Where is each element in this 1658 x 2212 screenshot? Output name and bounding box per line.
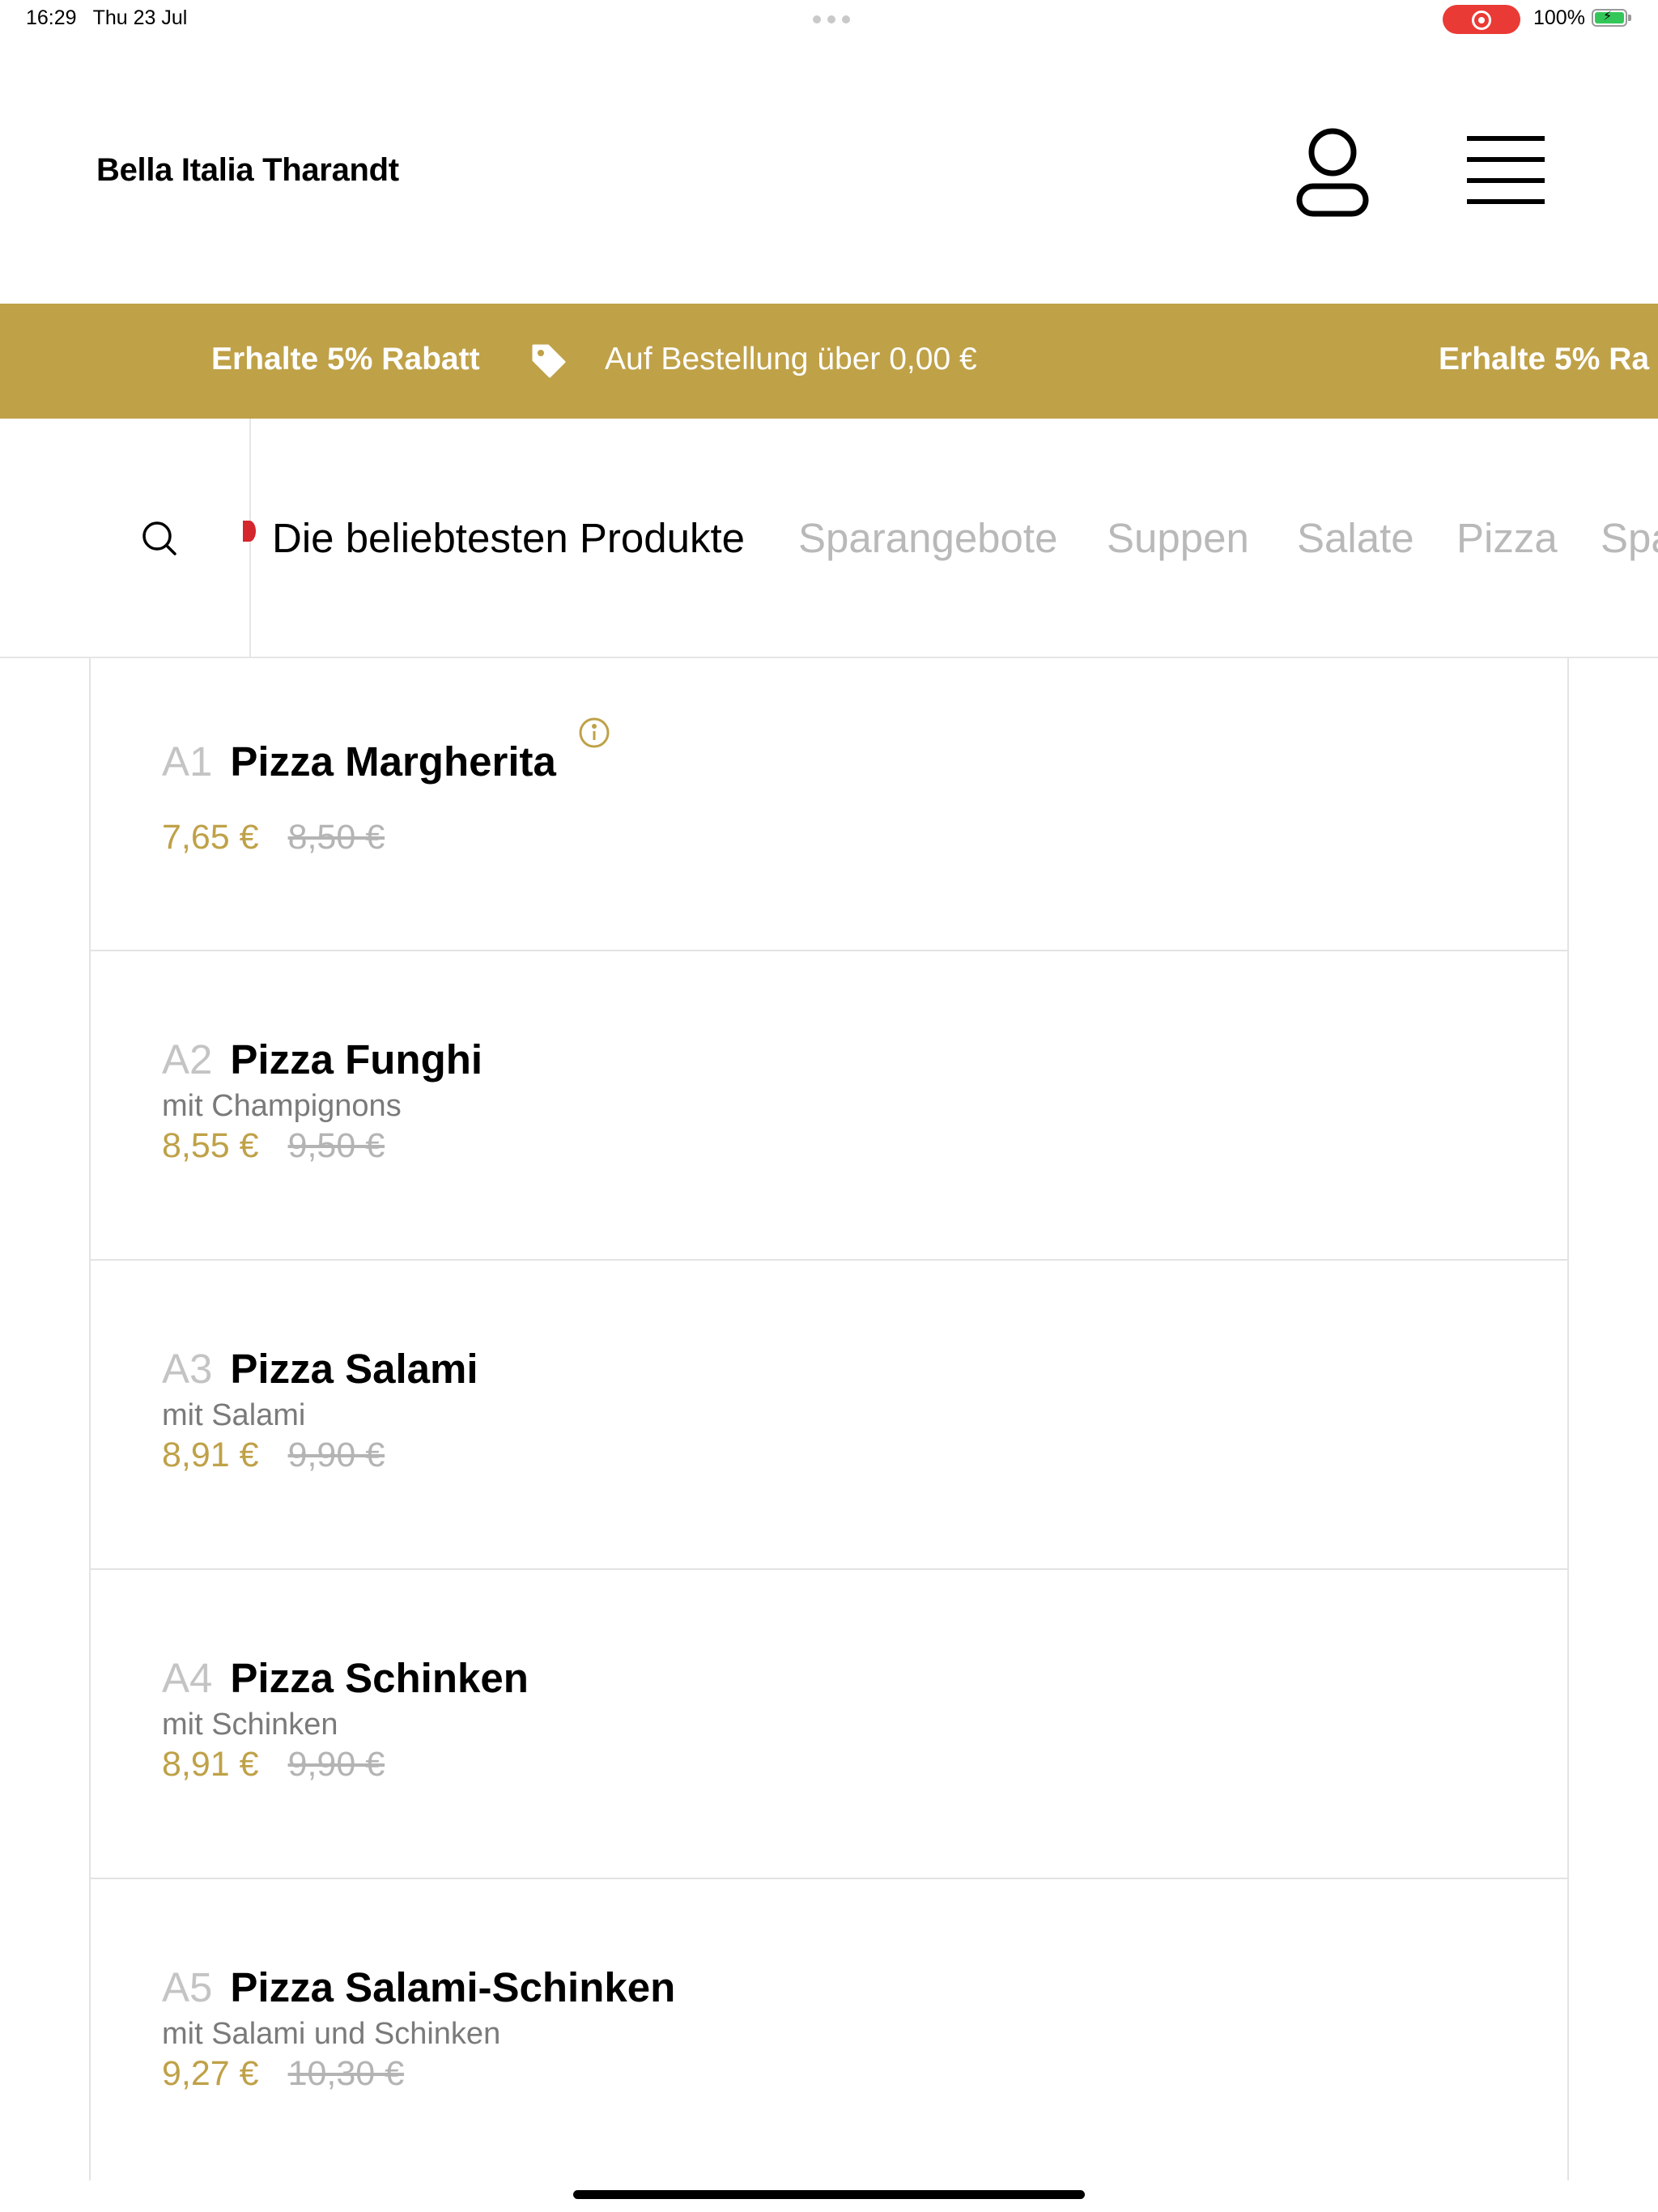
product-prices: 8,91 € 9,90 € xyxy=(162,1745,385,1784)
product-old-price: 9,90 € xyxy=(287,1745,385,1784)
product-price: 9,27 € xyxy=(162,2054,259,2093)
product-title-row: A1 Pizza Margherita xyxy=(162,738,556,785)
product-price: 8,55 € xyxy=(162,1126,259,1165)
battery-percent: 100% xyxy=(1533,6,1585,29)
product-prices: 8,91 € 9,90 € xyxy=(162,1436,385,1475)
category-tab-salads[interactable]: Salate xyxy=(1297,514,1414,562)
product-item[interactable]: A1 Pizza Margherita 7,65 € 8,50 € xyxy=(91,658,1567,951)
product-price: 7,65 € xyxy=(162,818,259,857)
status-time-date: 16:29 Thu 23 Jul xyxy=(26,6,187,30)
discount-headline-repeat: Erhalte 5% Ra xyxy=(1439,342,1650,376)
search-button[interactable] xyxy=(0,419,251,657)
product-old-price: 10,30 € xyxy=(287,2054,405,2093)
product-price: 8,91 € xyxy=(162,1436,259,1474)
discount-headline: Erhalte 5% Rabatt xyxy=(211,342,480,376)
product-old-price: 9,90 € xyxy=(287,1436,385,1474)
home-indicator[interactable] xyxy=(573,2190,1085,2199)
active-category-marker xyxy=(243,521,256,542)
category-tab-deals[interactable]: Sparangebote xyxy=(798,514,1057,562)
discount-condition: Auf Bestellung über 0,00 € xyxy=(605,342,977,376)
status-bar: 16:29 Thu 23 Jul 100% ⚡ xyxy=(0,0,1658,39)
category-tab-pizza[interactable]: Pizza xyxy=(1456,514,1558,562)
search-icon xyxy=(142,521,176,555)
product-code: A1 xyxy=(162,738,213,785)
product-title-row: A4 Pizza Schinken xyxy=(162,1654,529,1702)
info-icon[interactable] xyxy=(578,717,610,749)
product-description: mit Salami xyxy=(162,1398,306,1432)
category-tab-soups[interactable]: Suppen xyxy=(1107,514,1249,562)
category-tab-popular[interactable]: Die beliebtesten Produkte xyxy=(272,514,745,562)
product-code: A3 xyxy=(162,1346,213,1392)
product-old-price: 9,50 € xyxy=(287,1126,385,1165)
product-description: mit Salami und Schinken xyxy=(162,2017,501,2051)
product-name: Pizza Funghi xyxy=(230,1036,483,1083)
category-tab-partial[interactable]: Spa xyxy=(1601,514,1658,562)
product-title-row: A3 Pizza Salami xyxy=(162,1345,478,1393)
product-old-price: 8,50 € xyxy=(287,818,385,857)
product-code: A5 xyxy=(162,1964,213,2010)
brand-name[interactable]: Bella Italia Tharandt xyxy=(96,152,399,189)
product-list: A1 Pizza Margherita 7,65 € 8,50 € A2 Pizza … xyxy=(89,658,1569,2180)
product-description: mit Champignons xyxy=(162,1089,402,1123)
discount-banner: Erhalte 5% Rabatt Auf Bestellung über 0,… xyxy=(0,304,1658,419)
status-date: Thu 23 Jul xyxy=(92,6,188,29)
product-prices: 9,27 € 10,30 € xyxy=(162,2054,404,2094)
category-nav: Die beliebtesten Produkte Sparangebote S… xyxy=(0,419,1658,658)
product-prices: 7,65 € 8,50 € xyxy=(162,818,385,857)
battery-cap xyxy=(1628,15,1631,21)
product-code: A4 xyxy=(162,1655,213,1701)
product-item[interactable]: A3 Pizza Salami mit Salami 8,91 € 9,90 € xyxy=(91,1261,1567,1570)
product-item[interactable]: A4 Pizza Schinken mit Schinken 8,91 € 9,90… xyxy=(91,1570,1567,1879)
hamburger-menu-icon[interactable] xyxy=(1465,136,1546,204)
product-name: Pizza Margherita xyxy=(230,738,556,785)
product-name: Pizza Salami xyxy=(230,1346,478,1392)
status-time: 16:29 xyxy=(26,6,77,29)
product-title-row: A5 Pizza Salami-Schinken xyxy=(162,1963,675,2011)
product-name: Pizza Schinken xyxy=(230,1655,529,1701)
site-header: Bella Italia Tharandt xyxy=(0,39,1658,304)
product-prices: 8,55 € 9,50 € xyxy=(162,1126,385,1166)
product-code: A2 xyxy=(162,1036,213,1083)
product-name: Pizza Salami-Schinken xyxy=(230,1964,676,2010)
product-title-row: A2 Pizza Funghi xyxy=(162,1036,483,1083)
multitasking-dots-icon[interactable] xyxy=(813,15,850,23)
product-item[interactable]: A2 Pizza Funghi mit Champignons 8,55 € 9,5… xyxy=(91,951,1567,1261)
product-price: 8,91 € xyxy=(162,1745,259,1784)
user-icon[interactable] xyxy=(1294,126,1371,220)
tag-icon xyxy=(532,344,566,378)
battery-icon: ⚡ xyxy=(1592,9,1627,27)
product-item[interactable]: A5 Pizza Salami-Schinken mit Salami und S… xyxy=(91,1879,1567,2189)
product-description: mit Schinken xyxy=(162,1708,338,1742)
screen-recording-icon[interactable] xyxy=(1443,5,1520,34)
